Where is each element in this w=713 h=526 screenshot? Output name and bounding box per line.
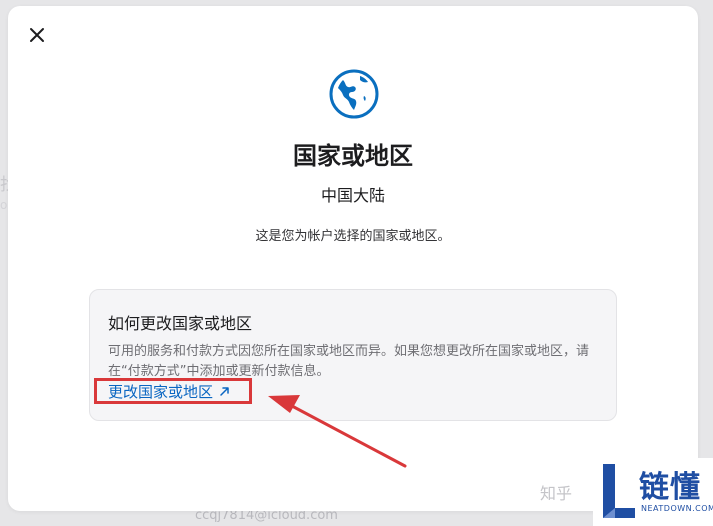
modal-title: 国家或地区 xyxy=(293,142,413,170)
region-description: 这是您为帐户选择的国家或地区。 xyxy=(255,229,451,244)
globe-icon xyxy=(328,68,380,120)
region-modal: 国家或地区 中国大陆 这是您为帐户选择的国家或地区。 如何更改国家或地区 可用的… xyxy=(8,6,698,511)
info-card-title: 如何更改国家或地区 xyxy=(108,314,253,333)
background-fragment: o xyxy=(0,198,8,212)
brand-domain: NEATDOWN.COM xyxy=(641,504,713,513)
current-region: 中国大陆 xyxy=(320,186,385,205)
change-region-link[interactable]: 更改国家或地区 xyxy=(94,378,252,404)
brand-logo: 链懂 NEATDOWN.COM xyxy=(593,458,713,526)
close-button[interactable] xyxy=(24,24,50,50)
info-card-body: 可用的服务和付款方式因您所在国家或地区而异。如果您想更改所在国家或地区，请在“付… xyxy=(108,344,590,379)
close-icon xyxy=(29,27,45,47)
info-card: 如何更改国家或地区 可用的服务和付款方式因您所在国家或地区而异。如果您想更改所在… xyxy=(89,289,617,421)
zhihu-watermark: 知乎 xyxy=(540,484,573,503)
brand-name: 链懂 xyxy=(639,470,701,505)
brand-logo-icon xyxy=(603,464,635,518)
external-arrow-icon xyxy=(219,386,230,397)
change-region-link-label: 更改国家或地区 xyxy=(108,382,214,401)
